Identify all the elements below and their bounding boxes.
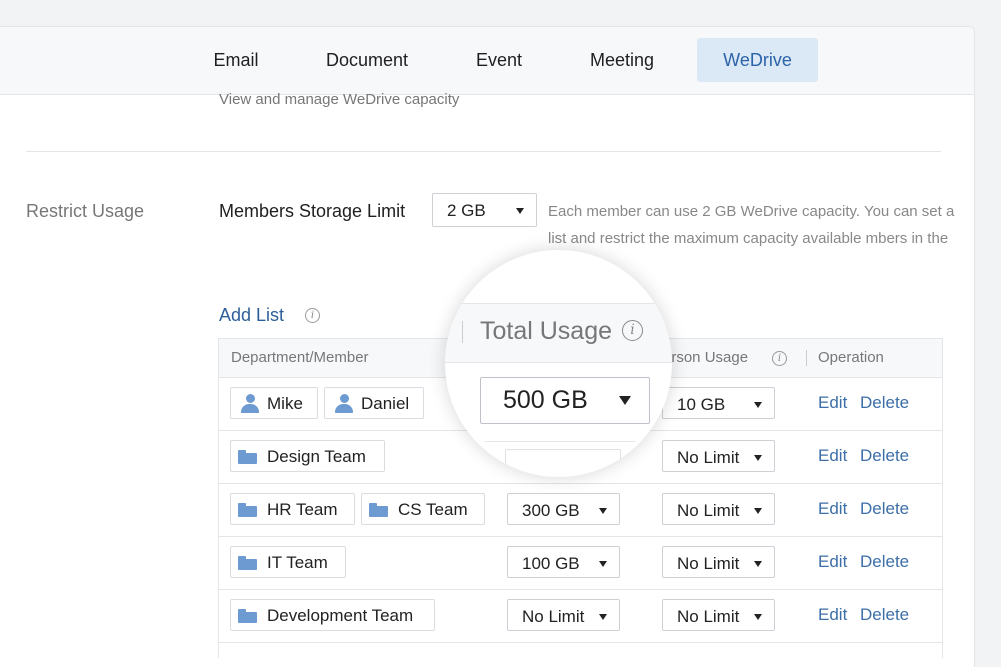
folder-icon	[238, 556, 257, 570]
person-icon	[240, 394, 260, 414]
per-person-usage-select[interactable]: No Limit	[662, 599, 775, 631]
caret-down-icon	[599, 561, 607, 567]
caret-down-icon	[619, 396, 631, 405]
caret-down-icon	[754, 614, 762, 620]
per-person-usage-select[interactable]: No Limit	[662, 546, 775, 578]
header-department-member: Department/Member	[231, 349, 369, 366]
caret-down-icon	[599, 508, 607, 514]
top-tab-bar: Email Document Event Meeting WeDrive	[0, 27, 974, 95]
caret-down-icon	[754, 402, 762, 408]
total-usage-select[interactable]: 300 GB	[507, 493, 620, 525]
tab-wedrive[interactable]: WeDrive	[697, 38, 818, 82]
members-storage-select[interactable]: 2 GB	[432, 193, 537, 227]
edit-link[interactable]: Edit	[818, 605, 847, 625]
members-storage-limit-label: Members Storage Limit	[219, 201, 406, 221]
select-outline	[505, 449, 621, 477]
person-icon	[334, 394, 354, 414]
header-per-person-usage: erson Usage	[663, 349, 749, 366]
delete-link[interactable]: Delete	[860, 605, 909, 625]
page-subtitle: View and manage WeDrive capacity	[219, 91, 460, 108]
folder-icon	[238, 450, 257, 464]
per-person-usage-select[interactable]: 10 GB	[662, 387, 775, 419]
delete-link[interactable]: Delete	[860, 552, 909, 572]
caret-down-icon	[754, 508, 762, 514]
per-person-usage-select[interactable]: No Limit	[662, 440, 775, 472]
delete-link[interactable]: Delete	[860, 393, 909, 413]
column-separator	[462, 321, 463, 343]
tab-event[interactable]: Event	[462, 38, 536, 82]
edit-link[interactable]: Edit	[818, 446, 847, 466]
table-row: Development Team No Limit No Limit Edit …	[219, 589, 942, 643]
caret-down-icon	[599, 614, 607, 620]
caret-down-icon	[754, 561, 762, 567]
magnifier-callout: Total Usage i 500 GB	[445, 250, 672, 477]
member-chip-daniel[interactable]: Daniel	[324, 387, 424, 419]
per-person-usage-select[interactable]: No Limit	[662, 493, 775, 525]
folder-icon	[238, 609, 257, 623]
header-operation: Operation	[818, 349, 884, 366]
member-chip-cs-team[interactable]: CS Team	[361, 493, 485, 525]
total-usage-header: Total Usage	[480, 317, 613, 345]
delete-link[interactable]: Delete	[860, 446, 909, 466]
edit-link[interactable]: Edit	[818, 499, 847, 519]
row-divider	[485, 441, 635, 442]
member-chip-development-team[interactable]: Development Team	[230, 599, 435, 631]
add-list-link[interactable]: Add List	[219, 305, 284, 326]
restrict-usage-label: Restrict Usage	[26, 201, 145, 221]
edit-link[interactable]: Edit	[818, 393, 847, 413]
column-separator	[806, 350, 807, 366]
total-usage-select-magnified[interactable]: 500 GB	[480, 377, 650, 424]
member-chip-mike[interactable]: Mike	[230, 387, 318, 419]
tab-document[interactable]: Document	[312, 38, 422, 82]
info-icon[interactable]: i	[772, 351, 787, 366]
tab-meeting[interactable]: Meeting	[575, 38, 669, 82]
members-storage-value: 2 GB	[447, 201, 486, 220]
section-divider	[26, 151, 941, 152]
member-chip-it-team[interactable]: IT Team	[230, 546, 346, 578]
table-row: IT Team 100 GB No Limit Edit Delete	[219, 536, 942, 590]
member-chip-design-team[interactable]: Design Team	[230, 440, 385, 472]
delete-link[interactable]: Delete	[860, 499, 909, 519]
total-usage-select[interactable]: 100 GB	[507, 546, 620, 578]
caret-down-icon	[754, 455, 762, 461]
member-chip-hr-team[interactable]: HR Team	[230, 493, 355, 525]
table-row: HR Team CS Team 300 GB No Limit Edit Del…	[219, 483, 942, 537]
folder-icon	[369, 503, 388, 517]
folder-icon	[238, 503, 257, 517]
caret-down-icon	[516, 208, 524, 214]
edit-link[interactable]: Edit	[818, 552, 847, 572]
info-icon[interactable]: i	[305, 308, 320, 323]
info-icon[interactable]: i	[622, 320, 643, 341]
tab-email[interactable]: Email	[198, 38, 274, 82]
total-usage-select[interactable]: No Limit	[507, 599, 620, 631]
